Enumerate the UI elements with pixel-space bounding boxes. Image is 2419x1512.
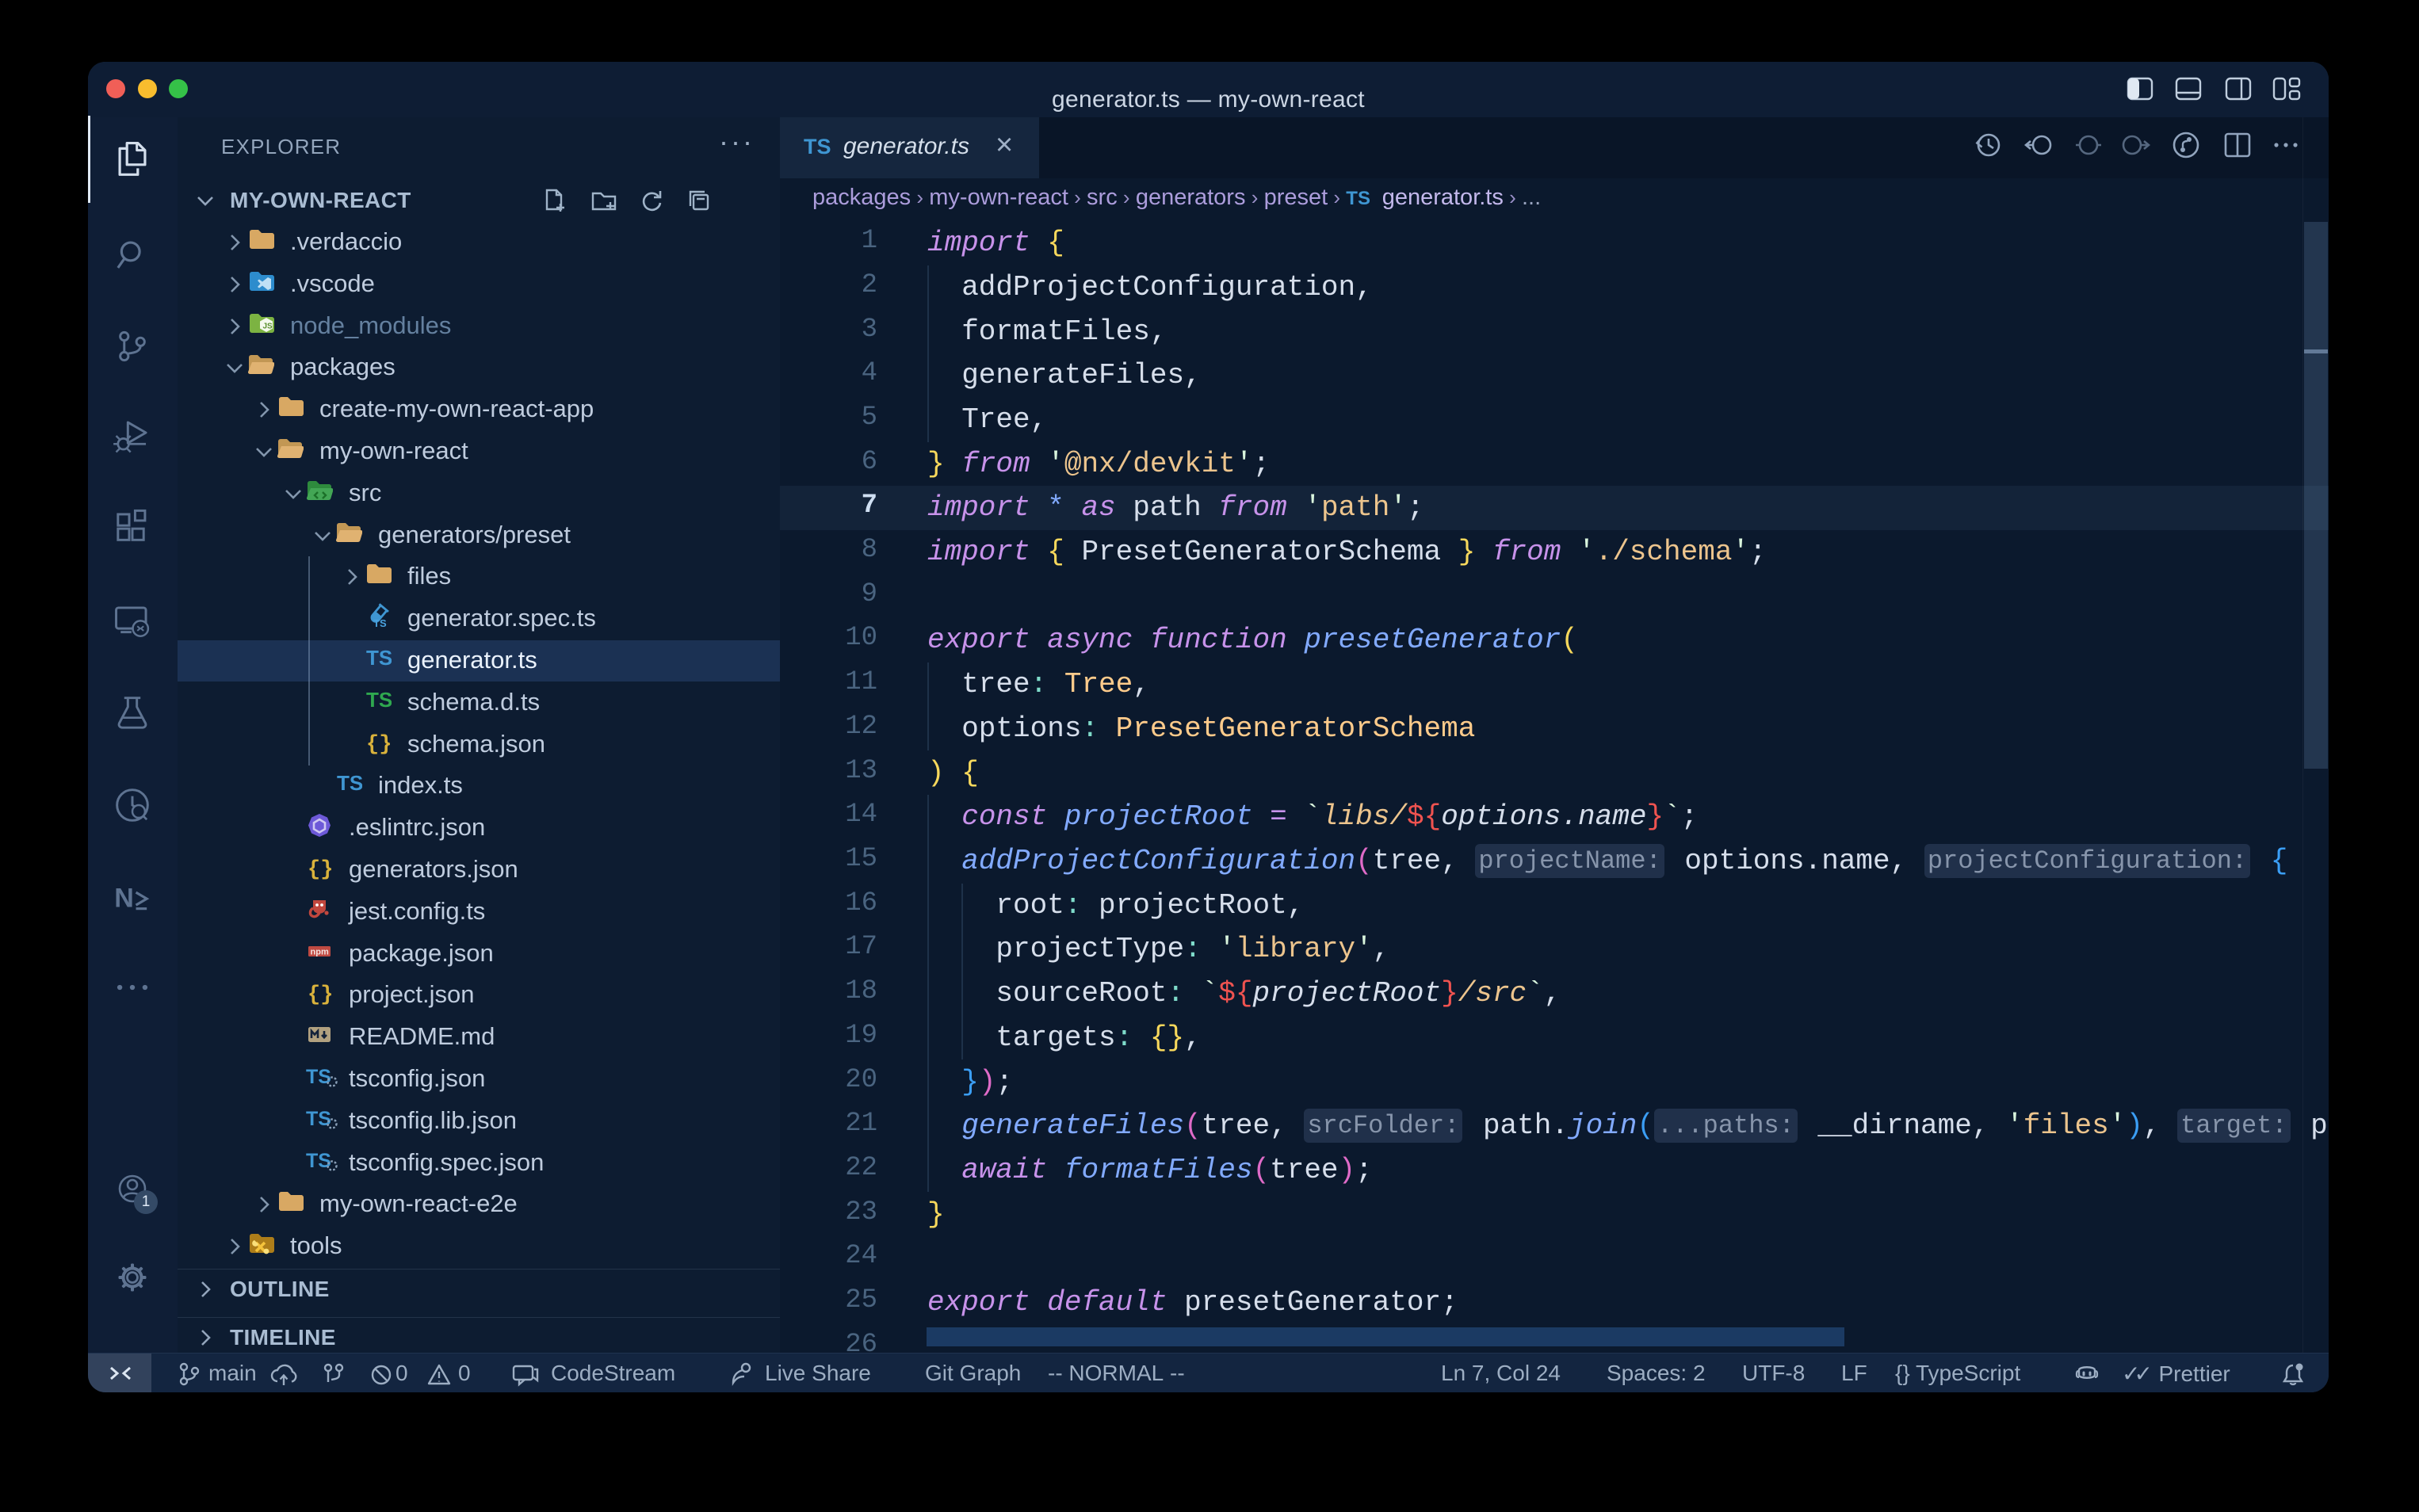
svg-text:{}: {} [308, 858, 333, 880]
svg-text:TS: TS [337, 771, 362, 795]
svg-text:TS: TS [366, 688, 392, 712]
svg-text:JS: JS [263, 322, 273, 330]
svg-text:N: N [114, 883, 134, 913]
svg-text:npm: npm [311, 947, 329, 956]
svg-text:TS: TS [373, 617, 387, 629]
svg-text:TS: TS [306, 1150, 331, 1172]
svg-text:{}: {} [366, 733, 392, 755]
svg-text:TS: TS [306, 1108, 331, 1130]
svg-text:{}: {} [308, 983, 333, 1006]
svg-text:TS: TS [366, 646, 392, 670]
svg-text:TS: TS [306, 1066, 331, 1088]
